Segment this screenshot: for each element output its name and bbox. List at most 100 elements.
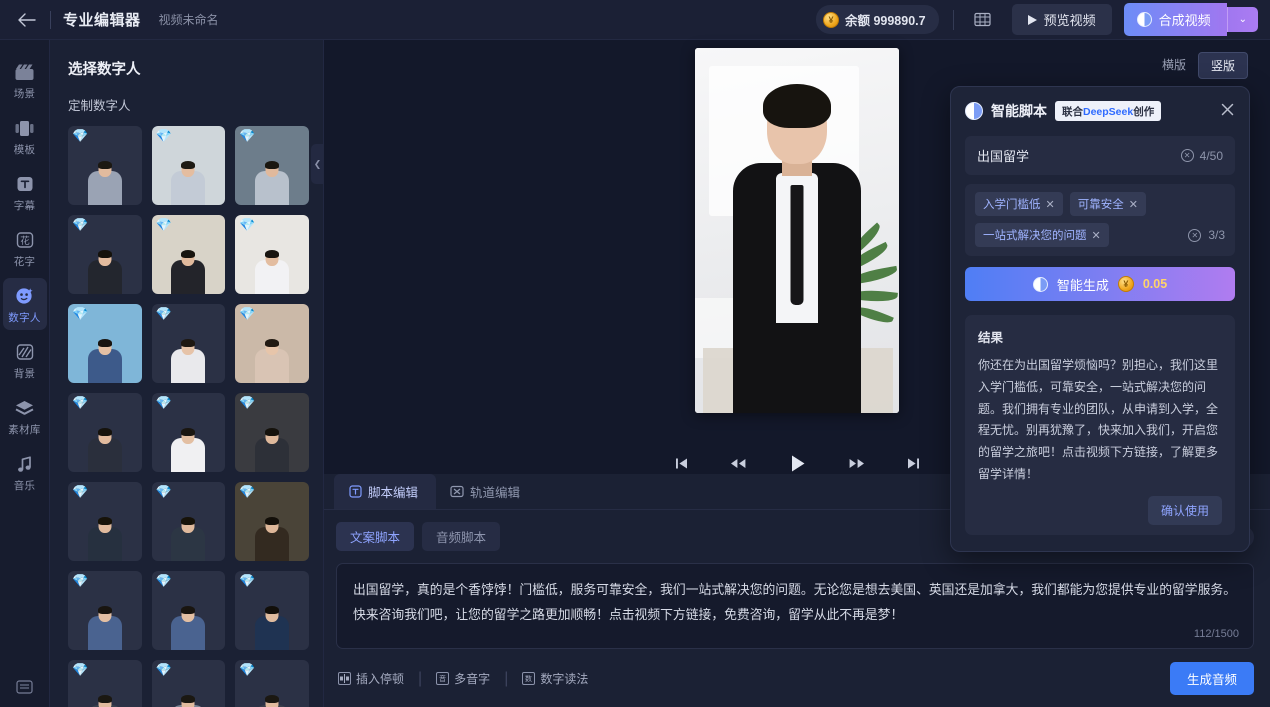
avatar-thumbnail[interactable]: 💎 xyxy=(151,482,226,561)
rail-item-digital-human[interactable]: 数字人 xyxy=(2,278,47,330)
clear-tags-button[interactable]: ✕ xyxy=(1188,228,1202,242)
rail-item-scene[interactable]: 场景 xyxy=(3,54,47,106)
thumbnail-hair xyxy=(265,517,280,525)
ratio-portrait-option[interactable]: 竖版 xyxy=(1197,52,1248,79)
avatar-thumbnail[interactable]: 💎 xyxy=(151,571,226,650)
timeline-icon xyxy=(450,485,464,499)
arrow-left-icon xyxy=(18,12,36,27)
ai-orb-icon xyxy=(965,102,983,120)
remove-tag-icon[interactable]: ✕ xyxy=(1129,198,1138,211)
smart-generate-button[interactable]: 智能生成 ¥ 0.05 xyxy=(965,267,1235,301)
keyword-tag[interactable]: 一站式解决您的问题 ✕ xyxy=(975,223,1109,247)
rewind-button[interactable] xyxy=(729,456,747,471)
avatar-thumbnail[interactable]: 💎 xyxy=(151,304,226,383)
thumbnail-hair xyxy=(97,517,112,525)
rail-label: 字幕 xyxy=(13,200,36,212)
smart-generate-label: 智能生成 xyxy=(1056,277,1109,293)
layers-icon xyxy=(14,397,36,419)
thumbnail-hair xyxy=(97,606,112,614)
tag-count-label: 3/3 xyxy=(1208,228,1225,242)
rail-label: 音乐 xyxy=(13,480,36,492)
vip-badge-icon: 💎 xyxy=(239,217,256,232)
ai-panel-title: 智能脚本 xyxy=(991,103,1047,119)
insert-pause-button[interactable]: 插入停顿 xyxy=(338,670,404,687)
avatar-thumbnail[interactable]: 💎 xyxy=(68,215,142,294)
forward-button[interactable] xyxy=(848,456,866,471)
avatar-thumbnail[interactable]: 💎 xyxy=(235,393,309,472)
avatar-thumbnail[interactable]: 💎 xyxy=(151,393,226,472)
tab-script-edit[interactable]: 脚本编辑 xyxy=(334,474,437,509)
avatar-thumbnail[interactable]: 💎 xyxy=(235,304,309,383)
avatar-thumbnail[interactable]: 💎 xyxy=(235,660,309,707)
avatar-thumbnail[interactable]: 💎 xyxy=(68,393,142,472)
avatar-thumbnail[interactable]: 💎 xyxy=(151,126,226,205)
keyword-tag[interactable]: 入学门槛低 ✕ xyxy=(975,192,1063,216)
video-name[interactable]: 视频未命名 xyxy=(159,11,219,28)
rail-item-template[interactable]: 模板 xyxy=(3,110,47,162)
tab-timeline-edit[interactable]: 轨道编辑 xyxy=(436,474,538,509)
keyword-tags-field[interactable]: 入学门槛低 ✕ 可靠安全 ✕ 一站式解决您的问题 ✕ ✕ 3/3 xyxy=(965,184,1235,256)
ratio-landscape-option[interactable]: 横版 xyxy=(1150,52,1198,79)
result-text: 你还在为出国留学烦恼吗？别担心，我们这里入学门槛低，可靠安全，一站式解决您的问题… xyxy=(978,358,1219,482)
vip-badge-icon: 💎 xyxy=(72,573,89,588)
preview-video-button[interactable]: 预览视频 xyxy=(1011,4,1112,35)
subtab-text-script[interactable]: 文案脚本 xyxy=(336,522,415,551)
rail-item-subtitle[interactable]: 字幕 xyxy=(3,166,47,218)
coin-icon: ¥ xyxy=(822,11,839,28)
polyphonic-button[interactable]: 音 多音字 xyxy=(436,670,490,687)
avatar-thumbnail[interactable]: 💎 xyxy=(151,660,226,707)
rail-collapse-button[interactable] xyxy=(0,679,49,695)
svg-text:花: 花 xyxy=(20,235,30,247)
remove-tag-icon[interactable]: ✕ xyxy=(1092,229,1101,242)
rail-item-fancy-text[interactable]: 花 花字 xyxy=(3,222,47,274)
avatar-thumbnail[interactable]: 💎 xyxy=(68,304,142,383)
keyword-tag[interactable]: 可靠安全 ✕ xyxy=(1069,192,1146,216)
vip-badge-icon: 💎 xyxy=(72,662,89,677)
rail-item-background[interactable]: 背景 xyxy=(3,334,47,386)
remove-tag-icon[interactable]: ✕ xyxy=(1046,198,1055,211)
avatar-thumbnail[interactable]: 💎 xyxy=(235,215,309,294)
avatar-thumbnail[interactable]: 💎 xyxy=(68,660,142,707)
video-preview[interactable] xyxy=(695,48,899,413)
ai-orb-icon xyxy=(1032,276,1048,292)
confirm-use-button[interactable]: 确认使用 xyxy=(1147,495,1222,525)
balance-button[interactable]: ¥ 余额 999890.7 xyxy=(815,5,939,34)
play-button[interactable] xyxy=(787,453,808,474)
back-button[interactable] xyxy=(14,7,40,33)
vip-badge-icon: 💎 xyxy=(155,395,172,410)
skip-end-button[interactable] xyxy=(906,456,921,471)
play-icon xyxy=(791,455,804,472)
avatar-thumbnail[interactable]: 💎 xyxy=(68,482,142,561)
avatar-thumbnail[interactable]: 💎 xyxy=(68,126,142,205)
rail-item-music[interactable]: 音乐 xyxy=(3,446,47,498)
avatar-selection-panel: 选择数字人 定制数字人 💎 💎 💎 💎 💎 💎 💎 💎 💎 💎 💎 💎 💎 💎 💎 💎 💎 💎 💎 💎 💎 ❮ xyxy=(50,40,324,707)
number-reading-button[interactable]: 数 数字读法 xyxy=(522,670,588,687)
avatar-hair xyxy=(763,84,831,128)
close-button[interactable] xyxy=(1220,102,1235,121)
app-root: 专业编辑器 视频未命名 ¥ 余额 999890.7 预览视频 合成视频 ⌄ 场景… xyxy=(0,0,1270,707)
divider xyxy=(952,9,954,30)
avatar-panel-collapse-button[interactable]: ❮ xyxy=(311,144,324,184)
generate-audio-button[interactable]: 生成音频 xyxy=(1169,662,1254,695)
avatar-thumbnail[interactable]: 💎 xyxy=(151,215,226,294)
compose-video-button[interactable]: 合成视频 xyxy=(1123,3,1227,36)
film-strip-button[interactable] xyxy=(968,7,998,33)
subtab-audio-script[interactable]: 音频脚本 xyxy=(422,522,501,551)
avatar-thumbnail[interactable]: 💎 xyxy=(68,571,142,650)
skip-start-button[interactable] xyxy=(674,456,689,471)
script-textarea[interactable]: 出国留学，真的是个香饽饽！门槛低，服务可靠安全，我们一站式解决您的问题。无论您是… xyxy=(336,563,1254,649)
clear-topic-button[interactable]: ✕ xyxy=(1180,149,1194,162)
topic-input[interactable]: 出国留学 ✕ 4/50 xyxy=(965,136,1235,175)
rail-item-material-library[interactable]: 素材库 xyxy=(3,390,47,442)
ai-script-panel: 智能脚本 联合DeepSeek创作 出国留学 ✕ 4/50 入学门槛低 ✕ 可靠… xyxy=(950,86,1250,552)
vip-badge-icon: 💎 xyxy=(239,128,256,143)
coin-icon: ¥ xyxy=(1117,276,1134,292)
compose-dropdown-button[interactable]: ⌄ xyxy=(1226,7,1258,32)
avatar-thumbnail[interactable]: 💎 xyxy=(235,482,309,561)
vip-badge-icon: 💎 xyxy=(155,217,172,232)
avatar-thumbnail[interactable]: 💎 xyxy=(235,571,309,650)
avatar-thumbnail[interactable]: 💎 xyxy=(235,126,309,205)
avatar-tie xyxy=(790,185,804,305)
rail-label: 花字 xyxy=(13,256,36,268)
chevron-left-icon: ❮ xyxy=(313,158,322,169)
